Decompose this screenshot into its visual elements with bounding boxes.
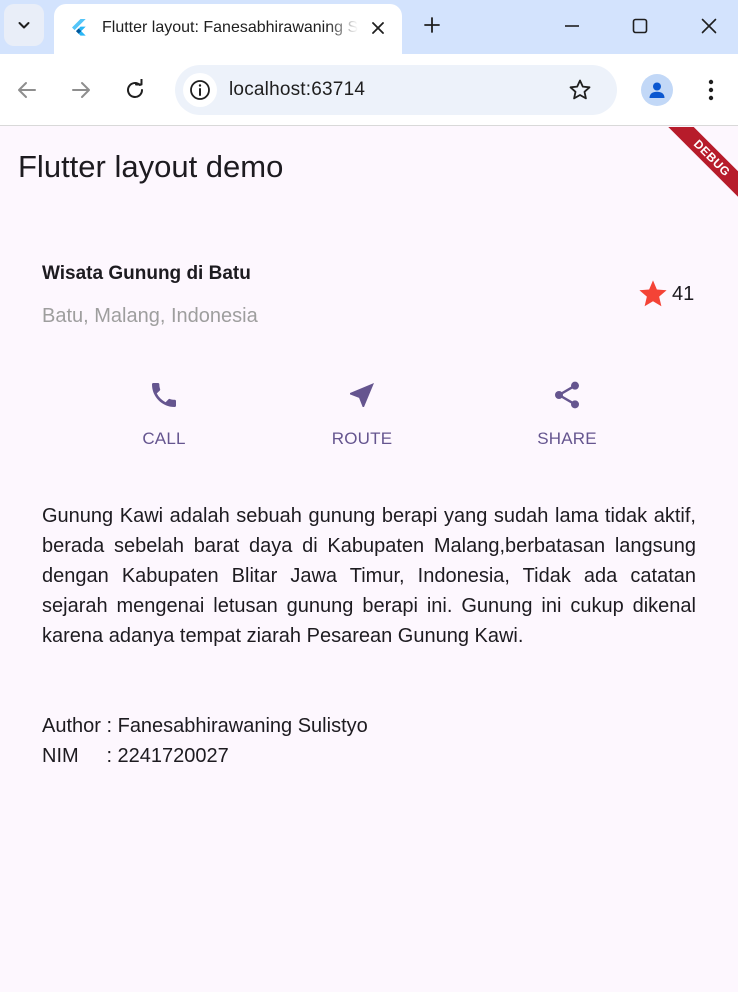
place-title: Wisata Gunung di Batu [42, 263, 251, 284]
share-icon [549, 377, 585, 413]
bookmark-button[interactable] [567, 77, 593, 103]
reload-button[interactable] [119, 74, 151, 106]
address-bar[interactable]: localhost:63714 [175, 65, 617, 115]
forward-button[interactable] [65, 74, 97, 106]
chevron-down-icon [18, 22, 30, 29]
profile-button[interactable] [641, 74, 673, 106]
call-button[interactable]: CALL [104, 377, 224, 457]
url-text[interactable]: localhost:63714 [229, 79, 365, 101]
tab-strip: Flutter layout: Fanesabhirawaning Sulist… [0, 0, 738, 54]
route-label: ROUTE [331, 429, 393, 448]
author-line: Author : Fanesabhirawaning Sulistyo [42, 715, 368, 737]
info-icon [190, 80, 210, 100]
arrow-left-icon [18, 82, 36, 98]
place-subtitle: Batu, Malang, Indonesia [42, 305, 258, 327]
close-icon [372, 22, 384, 34]
site-info-button[interactable] [183, 73, 217, 107]
new-tab-button[interactable] [418, 11, 446, 39]
browser-menu-button[interactable] [695, 74, 727, 106]
back-button[interactable] [11, 74, 43, 106]
star-outline-icon [569, 79, 591, 100]
tab-title: Flutter layout: Fanesabhirawaning Sulist… [102, 19, 358, 36]
close-icon [701, 18, 717, 34]
minimize-icon [565, 25, 579, 27]
tab-search-button[interactable] [4, 4, 44, 46]
phone-icon [146, 377, 182, 413]
call-label: CALL [142, 429, 186, 448]
arrow-right-icon [72, 82, 90, 98]
flutter-logo-icon [72, 19, 86, 36]
more-vert-icon [708, 79, 714, 101]
maximize-icon [632, 18, 648, 34]
browser-toolbar: localhost:63714 [0, 54, 738, 126]
appbar-title: Flutter layout demo [18, 149, 284, 184]
rating-count: 41 [672, 283, 695, 305]
near-me-icon [344, 377, 380, 413]
reload-icon [127, 79, 143, 98]
active-tab[interactable]: Flutter layout: Fanesabhirawaning Sulist… [54, 4, 402, 54]
share-button[interactable]: SHARE [507, 377, 627, 457]
maximize-button[interactable] [618, 8, 662, 44]
debug-banner: DEBUG [663, 127, 738, 207]
share-label: SHARE [537, 429, 597, 448]
minimize-button[interactable] [550, 8, 594, 44]
person-icon [649, 82, 665, 98]
star-icon [639, 280, 667, 307]
plus-icon [424, 17, 440, 33]
route-button[interactable]: ROUTE [302, 377, 422, 457]
tab-close-button[interactable] [366, 16, 390, 40]
nim-line: NIM : 2241720027 [42, 745, 229, 767]
description-text: Gunung Kawi adalah sebuah gunung berapi … [42, 505, 696, 647]
app-viewport: Flutter layout demo DEBUG Wisata Gunung … [0, 127, 738, 992]
close-window-button[interactable] [687, 8, 731, 44]
